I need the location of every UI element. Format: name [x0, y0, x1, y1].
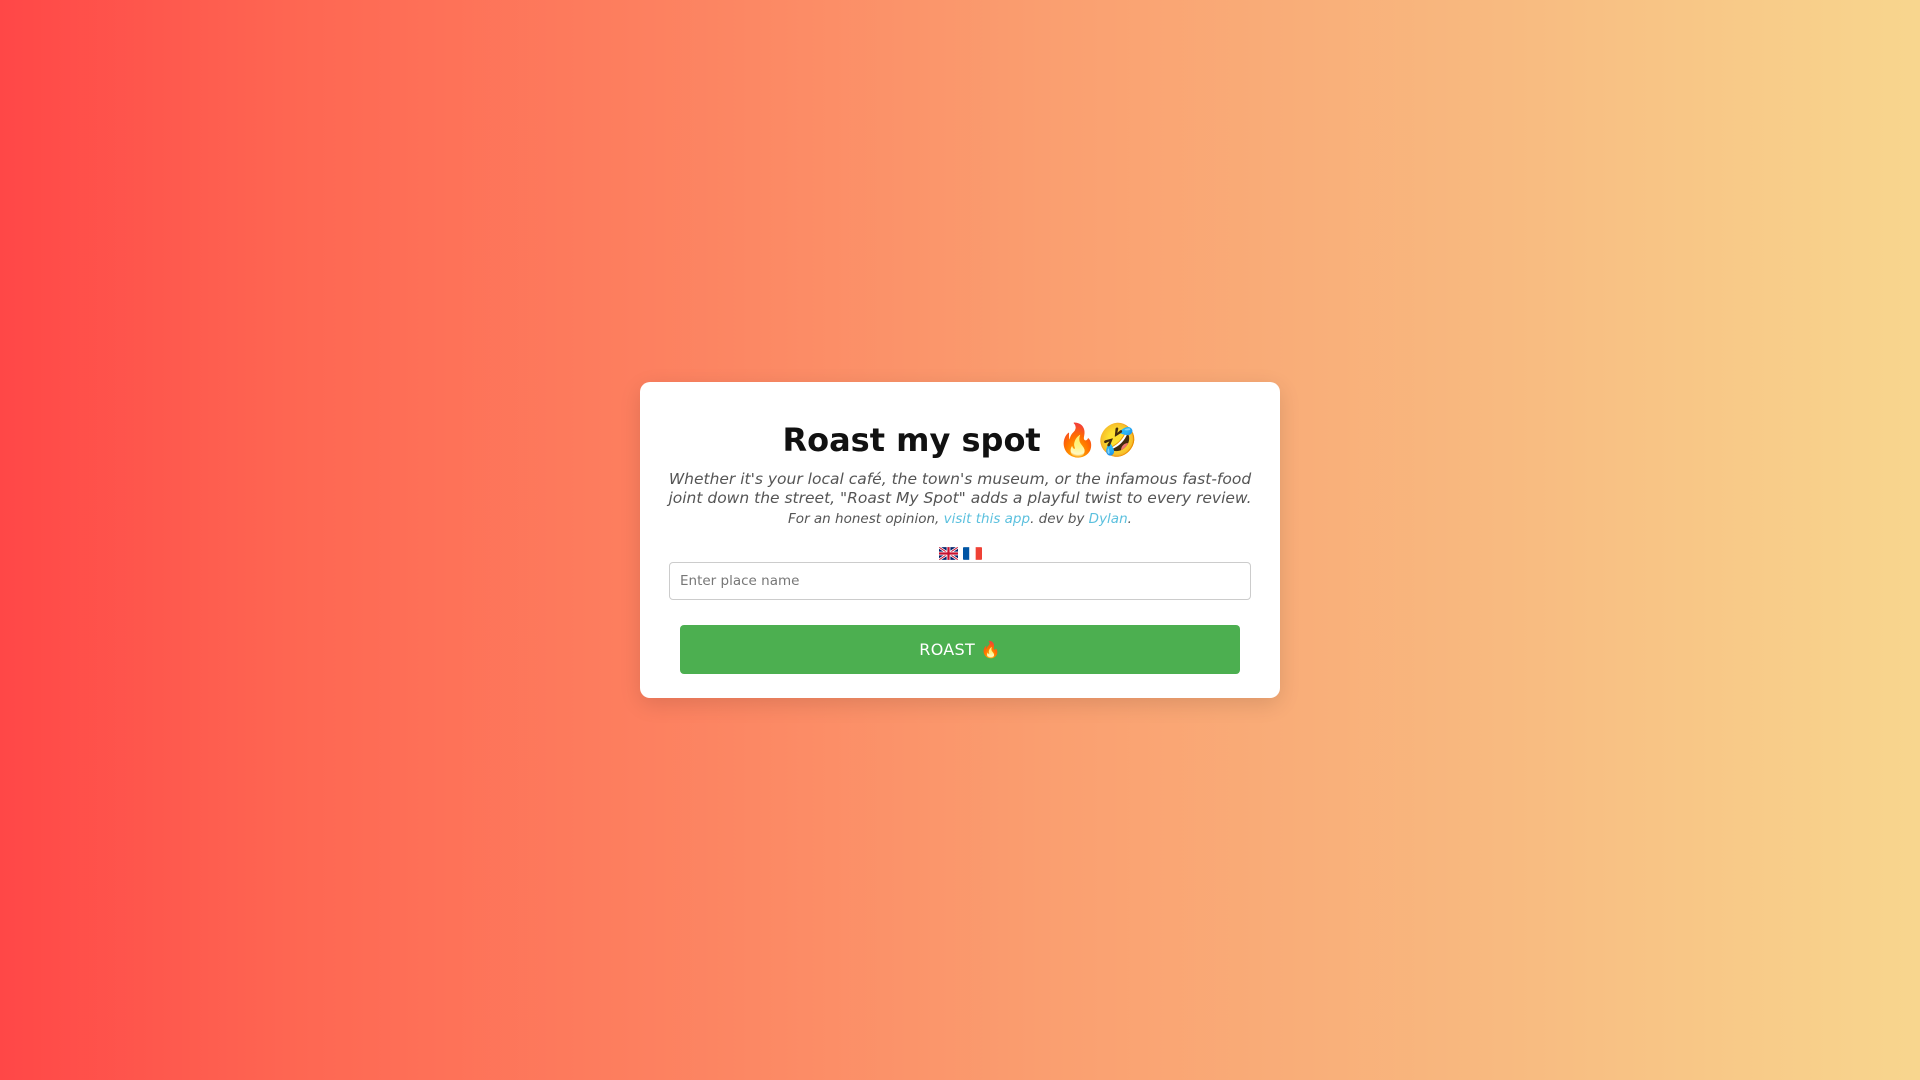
visit-app-link[interactable]: visit this app [944, 511, 1030, 527]
credit-suffix: . [1127, 511, 1132, 527]
credit-prefix: For an honest opinion, [788, 511, 944, 527]
fire-laugh-emoji-icon: 🔥🤣 [1057, 421, 1138, 459]
credit-line: For an honest opinion, visit this app. d… [640, 510, 1280, 528]
roast-card: Roast my spot 🔥🤣 Whether it's your local… [640, 382, 1280, 698]
credit-middle: . dev by [1030, 511, 1089, 527]
france-flag-icon[interactable] [962, 547, 982, 560]
place-name-input[interactable] [669, 562, 1251, 600]
page-title: Roast my spot 🔥🤣 [640, 420, 1280, 460]
roast-button[interactable]: ROAST 🔥 [680, 625, 1240, 674]
app-description: Whether it's your local café, the town's… [668, 470, 1252, 507]
dev-dylan-link[interactable]: Dylan [1089, 511, 1128, 527]
uk-flag-icon[interactable] [938, 547, 958, 560]
france-flag-graphic [962, 547, 982, 560]
uk-flag-graphic [938, 547, 958, 560]
language-switcher [640, 544, 1280, 562]
title-text: Roast my spot [782, 421, 1041, 459]
